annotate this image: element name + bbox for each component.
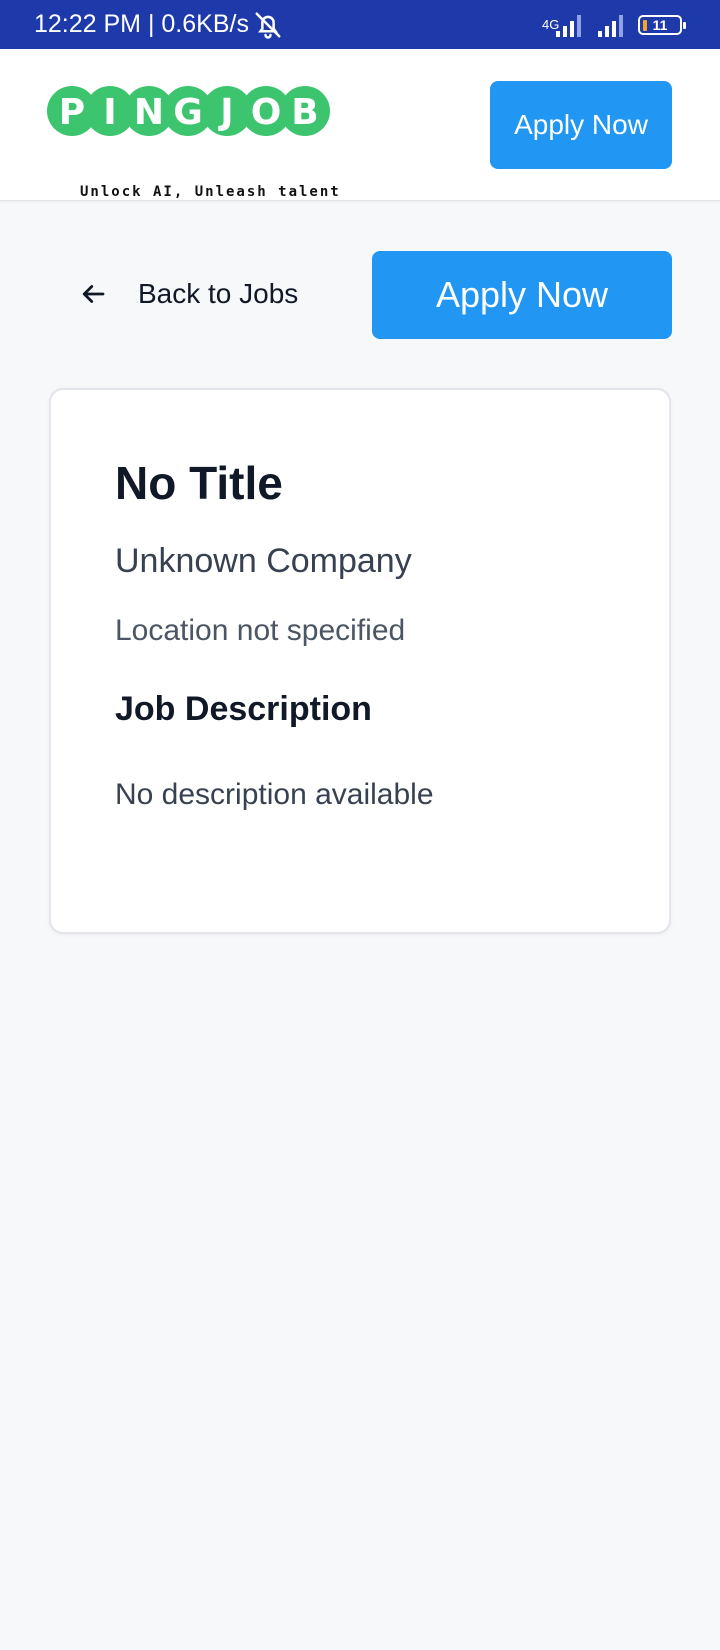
alarm-off-icon [255,12,281,39]
job-description: No description available [115,778,434,811]
network-type: 4G [542,16,560,32]
back-to-jobs-label: Back to Jobs [138,278,299,309]
header-apply-button[interactable]: Apply Now [490,81,672,169]
pingjob-logo[interactable]: P I N G J O B Unlock AI, Unleash talent [46,85,362,200]
status-left: 12:22 PM | 0.6KB/s [34,0,283,49]
company-name: Unknown Company [115,542,412,580]
app-header: P I N G J O B Unlock AI, Unleash talent … [0,49,720,201]
logo-tagline: Unlock AI, Unleash talent [80,184,341,200]
svg-text:I: I [103,92,116,133]
arrow-left-icon [82,285,105,303]
battery-icon: 11 [638,14,686,35]
status-right: 4G 11 [542,0,686,49]
svg-text:N: N [134,92,164,133]
signal-icon [598,14,623,37]
svg-text:B: B [291,92,318,133]
battery-level: 11 [652,16,668,33]
status-bar: 12:22 PM | 0.6KB/s 4G 11 [0,0,720,49]
svg-text:O: O [251,92,282,133]
status-time-speed: 12:22 PM | 0.6KB/s [34,10,249,38]
back-to-jobs-link[interactable]: Back to Jobs [78,256,298,332]
signal-icon: 4G [542,11,588,39]
job-details-card: No Title Unknown Company Location not sp… [49,388,671,934]
svg-text:J: J [217,92,233,133]
svg-text:G: G [173,92,203,133]
job-description-heading: Job Description [115,690,372,728]
apply-now-button[interactable]: Apply Now [372,251,672,339]
svg-text:P: P [59,92,85,133]
job-title: No Title [115,457,283,509]
job-location: Location not specified [115,614,406,647]
